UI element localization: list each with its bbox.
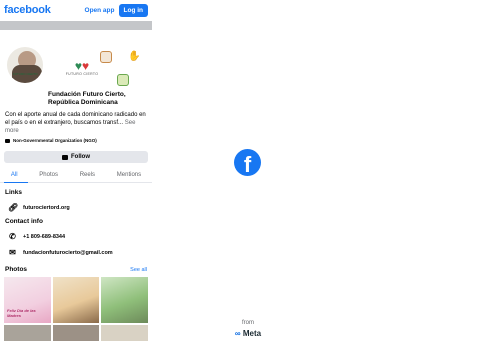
- avatar-caption: FUTURO CIERTO: [13, 72, 38, 76]
- website-link[interactable]: futurociertord.org: [23, 205, 70, 211]
- about-text: Con el aporte anual de cada dominicano r…: [0, 107, 152, 135]
- category: Non-Governmental Organization (NGO): [0, 135, 152, 143]
- photos-header: Photos See all: [0, 257, 152, 273]
- logo-text: FUTURO CIERTO: [65, 72, 99, 76]
- phone-number[interactable]: +1 809-689-8344: [23, 234, 65, 240]
- email-row[interactable]: ✉ fundacionfuturocierto@gmail.com: [0, 241, 152, 257]
- category-label: Non-Governmental Organization (NGO): [13, 138, 97, 143]
- heart-logo-icon: ♥♥: [74, 59, 90, 73]
- tab-all[interactable]: All: [11, 172, 18, 178]
- photo-grid-row-2: [0, 323, 152, 341]
- open-app-link[interactable]: Open app: [85, 7, 115, 14]
- organization-logo: ♥♥ FUTURO CIERTO: [62, 60, 102, 76]
- mobile-profile-column: facebook Open app Log in FUTURO CIERTO ♥…: [0, 0, 152, 348]
- photos-title: Photos: [5, 266, 28, 273]
- follow-icon: [62, 154, 68, 160]
- handshake-icon: ✋: [128, 51, 141, 63]
- phone-row[interactable]: ✆ +1 809-689-8344: [0, 225, 152, 241]
- facebook-wordmark[interactable]: facebook: [4, 4, 51, 16]
- photo-thumbnail[interactable]: Feliz Día de las Madres: [4, 277, 51, 323]
- hands-graphic-icon: [100, 51, 112, 63]
- page-name: Fundación Futuro Cierto, República Domin…: [48, 91, 126, 106]
- photo-grid: Feliz Día de las Madres: [0, 273, 152, 323]
- tab-photos[interactable]: Photos: [39, 172, 58, 178]
- top-bar: facebook Open app Log in: [0, 0, 152, 20]
- meta-infinity-icon: ∞: [234, 329, 241, 338]
- profile-header: FUTURO CIERTO ♥♥ FUTURO CIERTO ✋: [0, 30, 152, 92]
- link-row[interactable]: 🔗︎ futurociertord.org: [0, 196, 152, 212]
- top-bar-actions: Open app Log in: [85, 3, 148, 17]
- email-address[interactable]: fundacionfuturocierto@gmail.com: [23, 250, 113, 256]
- photo-thumbnail[interactable]: [4, 325, 51, 341]
- briefcase-icon: [5, 138, 10, 143]
- active-tab-indicator: [4, 181, 28, 183]
- meta-label: Meta: [242, 329, 262, 338]
- photo-thumbnail[interactable]: [52, 325, 100, 341]
- phone-icon: ✆: [9, 232, 16, 241]
- photo-thumbnail[interactable]: [52, 277, 100, 323]
- meta-logo: ∞ Meta: [220, 329, 276, 338]
- link-icon: 🔗︎: [8, 203, 19, 212]
- photo-thumbnail[interactable]: [101, 325, 148, 341]
- login-button[interactable]: Log in: [118, 3, 148, 17]
- mail-icon: ✉: [9, 248, 16, 257]
- page: facebook Open app Log in FUTURO CIERTO ♥…: [0, 0, 500, 348]
- tab-mentions[interactable]: Mentions: [117, 172, 141, 178]
- from-label: from: [242, 320, 254, 326]
- contact-info-title: Contact info: [5, 218, 43, 225]
- profile-tabs: All Photos Reels Mentions: [0, 167, 152, 183]
- plant-icon: [117, 74, 129, 86]
- photo-caption: Feliz Día de las Madres: [7, 308, 36, 318]
- follow-label: Follow: [71, 154, 90, 160]
- avatar[interactable]: FUTURO CIERTO: [5, 45, 45, 85]
- see-all-link[interactable]: See all: [130, 267, 147, 273]
- follow-button[interactable]: Follow: [4, 151, 148, 163]
- links-title: Links: [5, 189, 22, 196]
- photo-thumbnail[interactable]: [101, 277, 148, 323]
- cover-photo: [0, 21, 152, 30]
- tab-reels[interactable]: Reels: [80, 172, 95, 178]
- facebook-logo-icon: f: [234, 149, 261, 177]
